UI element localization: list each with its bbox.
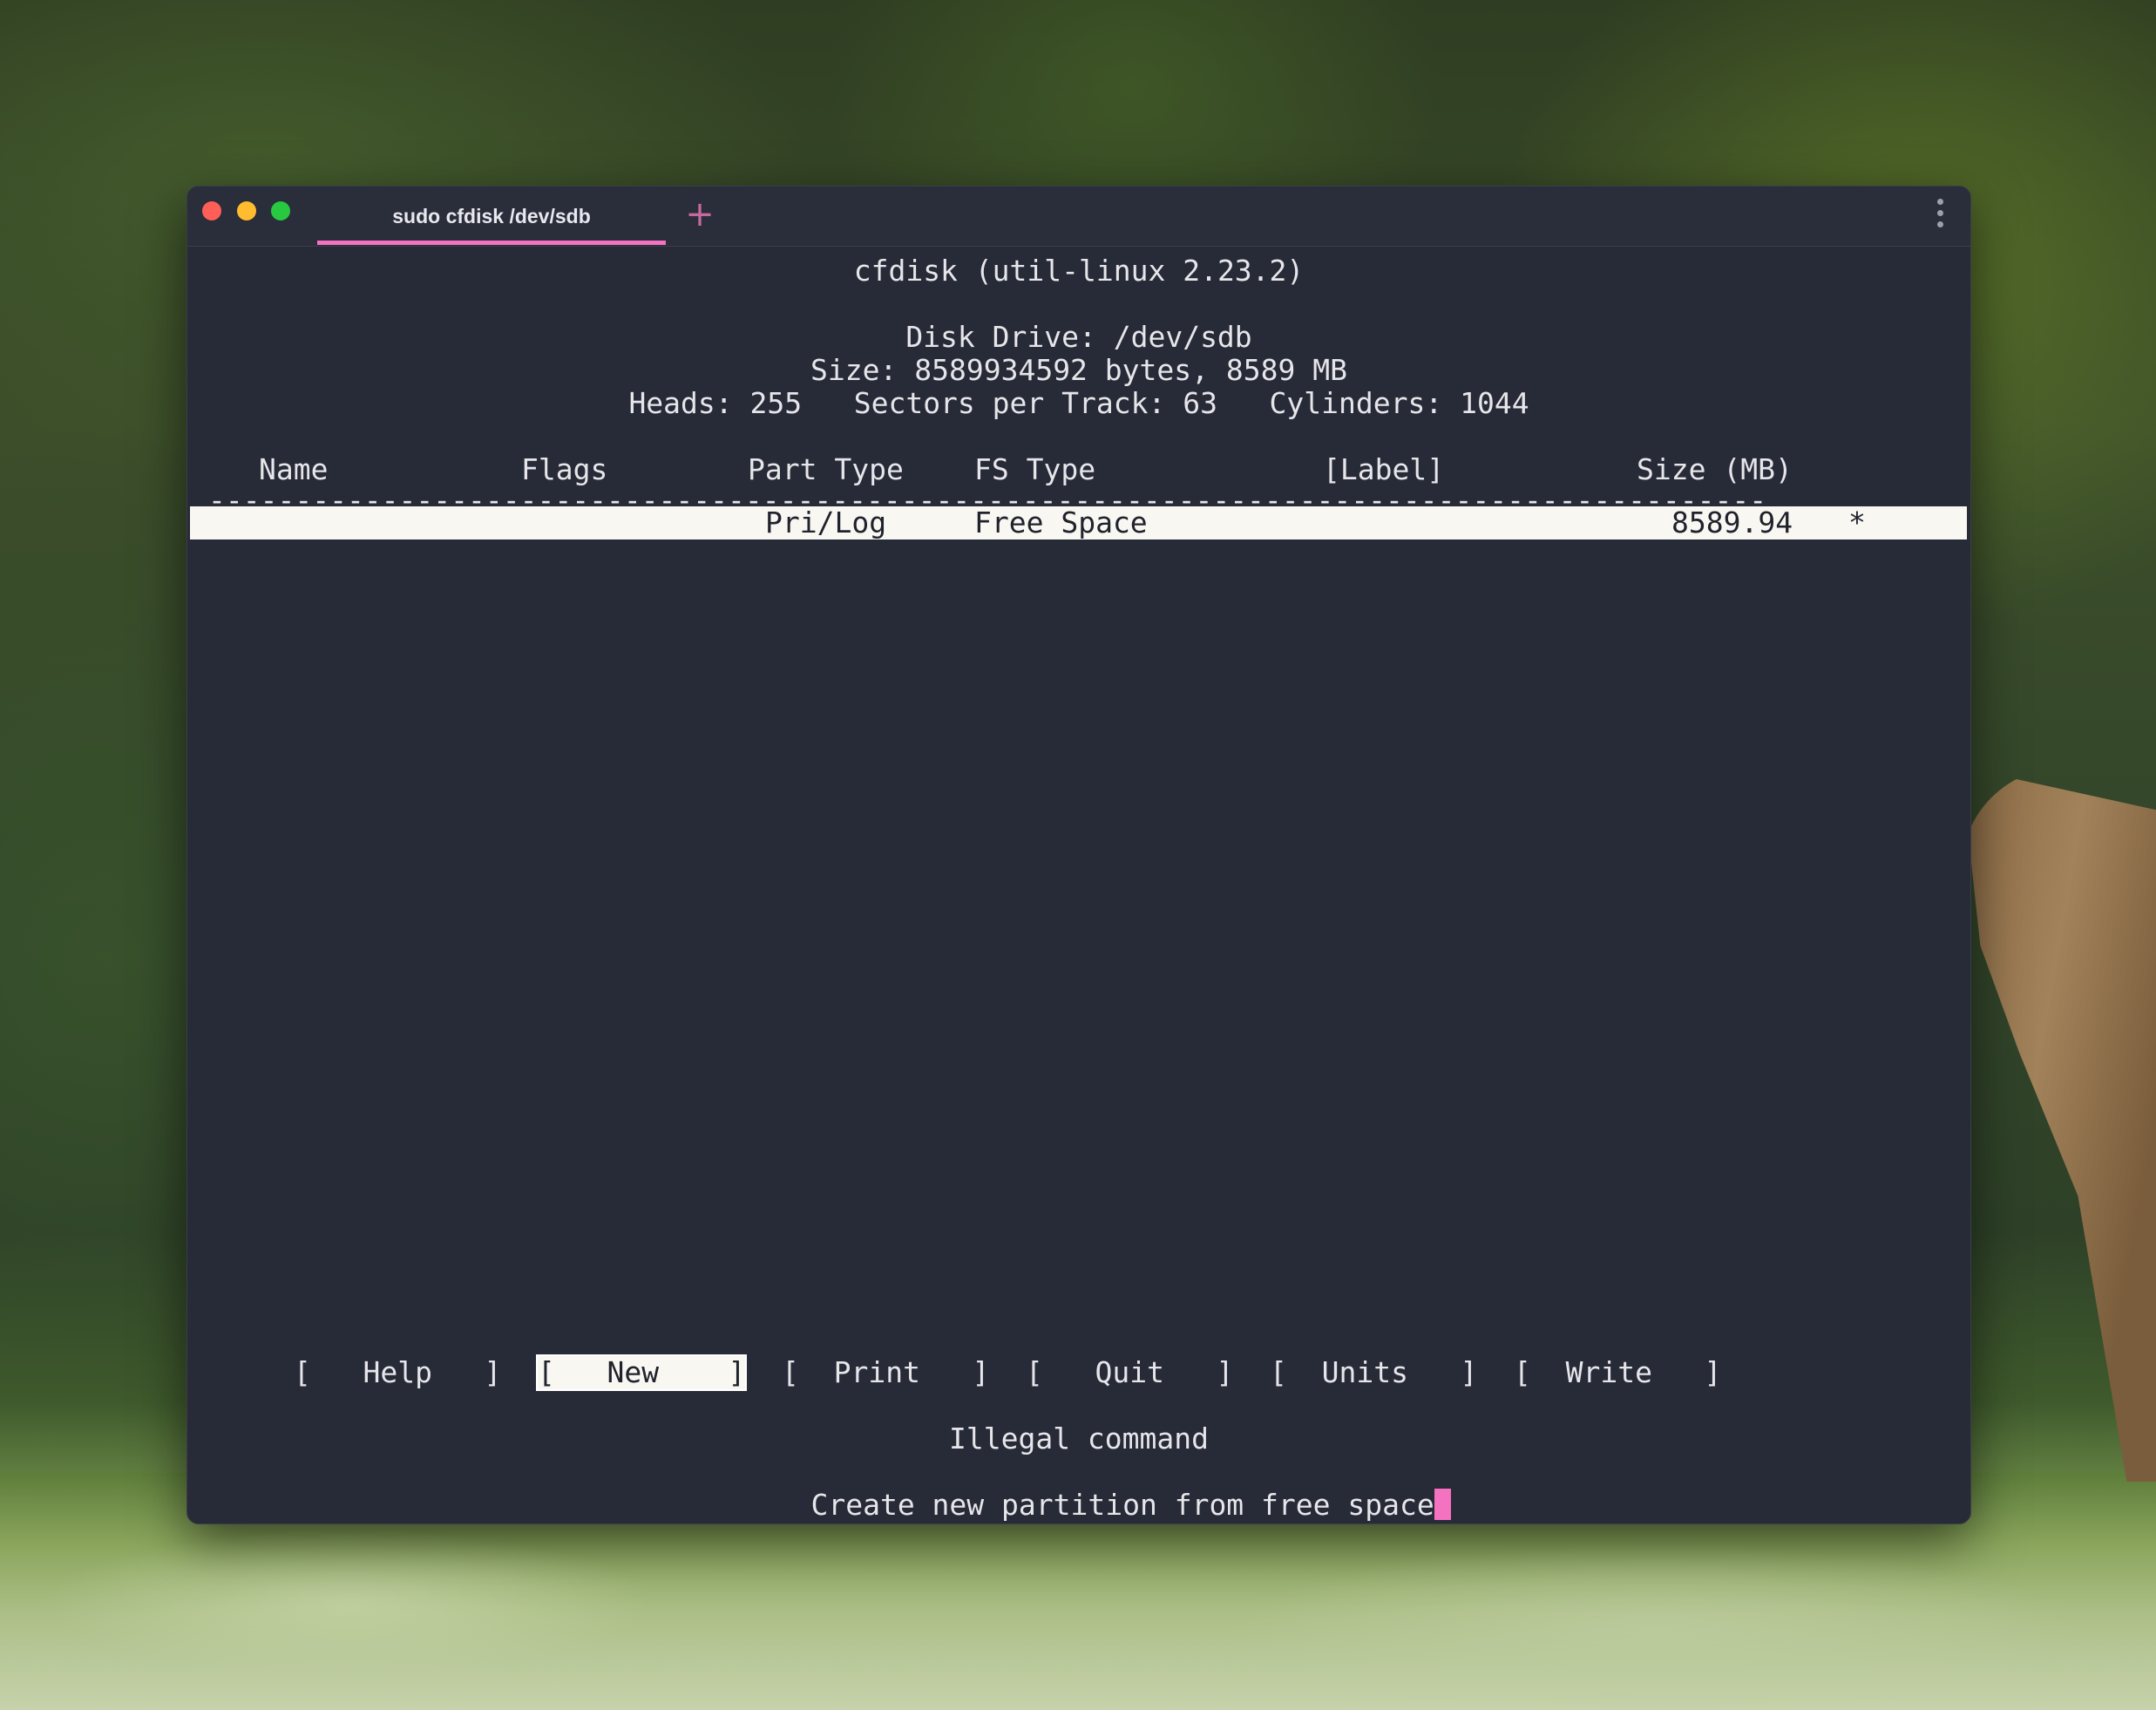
column-header-part-type: Part Type xyxy=(748,452,904,486)
terminal-window: sudo cfdisk /dev/sdb + cfdisk (util-linu… xyxy=(186,186,1971,1524)
text-cursor xyxy=(1434,1489,1451,1520)
column-header-size: Size (MB) xyxy=(1637,452,1793,486)
program-header: cfdisk (util-linux 2.23.2) xyxy=(853,254,1305,288)
row-fs-type: Free Space xyxy=(974,506,1148,539)
column-header-label: [Label] xyxy=(1323,452,1445,486)
quit-menu-button[interactable]: [ Quit ] xyxy=(1026,1356,1233,1389)
table-row[interactable]: Pri/Log Free Space 8589.94 * xyxy=(190,506,1967,539)
column-header-flags: Flags xyxy=(521,452,608,486)
close-window-button[interactable] xyxy=(202,201,221,221)
tab-active[interactable]: sudo cfdisk /dev/sdb xyxy=(317,187,666,246)
deer-background xyxy=(1961,767,2156,1482)
new-menu-button[interactable]: [ New ] xyxy=(535,1354,748,1391)
column-header-name: Name xyxy=(259,452,329,486)
new-tab-plus-icon[interactable]: + xyxy=(681,195,719,234)
write-menu-button[interactable]: [ Write ] xyxy=(1514,1356,1721,1389)
maximize-window-button[interactable] xyxy=(271,201,290,221)
active-tab-indicator xyxy=(317,241,666,245)
status-message: Illegal command xyxy=(948,1422,1209,1456)
print-menu-button[interactable]: [ Print ] xyxy=(782,1356,989,1389)
hint-line: Create new partition from free space xyxy=(187,1456,1970,1522)
row-marker: * xyxy=(1848,506,1866,539)
minimize-window-button[interactable] xyxy=(237,201,256,221)
terminal-content[interactable]: cfdisk (util-linux 2.23.2) Disk Drive: /… xyxy=(187,247,1970,1523)
disk-drive-line: Disk Drive: /dev/sdb xyxy=(905,320,1252,354)
tab-title: sudo cfdisk /dev/sdb xyxy=(392,204,591,227)
disk-geometry-line: Heads: 255 Sectors per Track: 63 Cylinde… xyxy=(628,386,1529,420)
table-header: Name Flags Part Type FS Type [Label] Siz… xyxy=(187,453,1970,486)
more-options-icon[interactable] xyxy=(1936,199,1944,234)
command-menu: [ Help ] [ New ] [ Print ] [ Quit ] [ Un… xyxy=(187,1354,1970,1391)
help-menu-button[interactable]: [ Help ] xyxy=(294,1356,501,1389)
title-bar: sudo cfdisk /dev/sdb + xyxy=(187,187,1970,247)
column-header-fs-type: FS Type xyxy=(974,452,1096,486)
units-menu-button[interactable]: [ Units ] xyxy=(1270,1356,1477,1389)
row-part-type: Pri/Log xyxy=(765,506,887,539)
hint-message: Create new partition from free space xyxy=(810,1488,1434,1522)
disk-size-line: Size: 8589934592 bytes, 8589 MB xyxy=(810,353,1347,387)
row-size: 8589.94 xyxy=(1671,506,1793,539)
